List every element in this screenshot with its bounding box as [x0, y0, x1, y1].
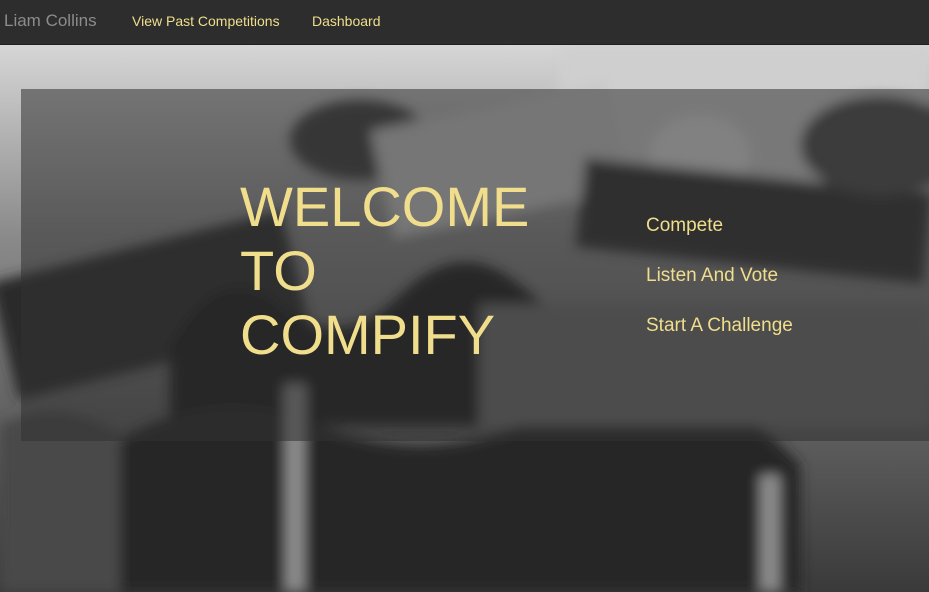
- welcome-title-line-3: COMPIFY: [240, 303, 496, 366]
- brand-link[interactable]: Liam Collins: [4, 11, 97, 31]
- welcome-title: WELCOME TO COMPIFY: [240, 175, 529, 367]
- menu-link-start-a-challenge[interactable]: Start A Challenge: [646, 315, 793, 365]
- top-navbar: Liam Collins View Past Competitions Dash…: [0, 0, 929, 45]
- menu-link-compete[interactable]: Compete: [646, 215, 793, 265]
- hero-menu: Compete Listen And Vote Start A Challeng…: [646, 215, 793, 365]
- menu-link-listen-and-vote[interactable]: Listen And Vote: [646, 265, 793, 315]
- welcome-title-line-2: TO: [240, 239, 317, 302]
- welcome-title-line-1: WELCOME: [240, 175, 530, 238]
- hero-section: WELCOME TO COMPIFY Compete Listen And Vo…: [0, 45, 929, 592]
- hero-overlay-panel: WELCOME TO COMPIFY Compete Listen And Vo…: [21, 89, 929, 441]
- nav-link-dashboard[interactable]: Dashboard: [312, 13, 381, 29]
- nav-link-view-past-competitions[interactable]: View Past Competitions: [132, 13, 280, 29]
